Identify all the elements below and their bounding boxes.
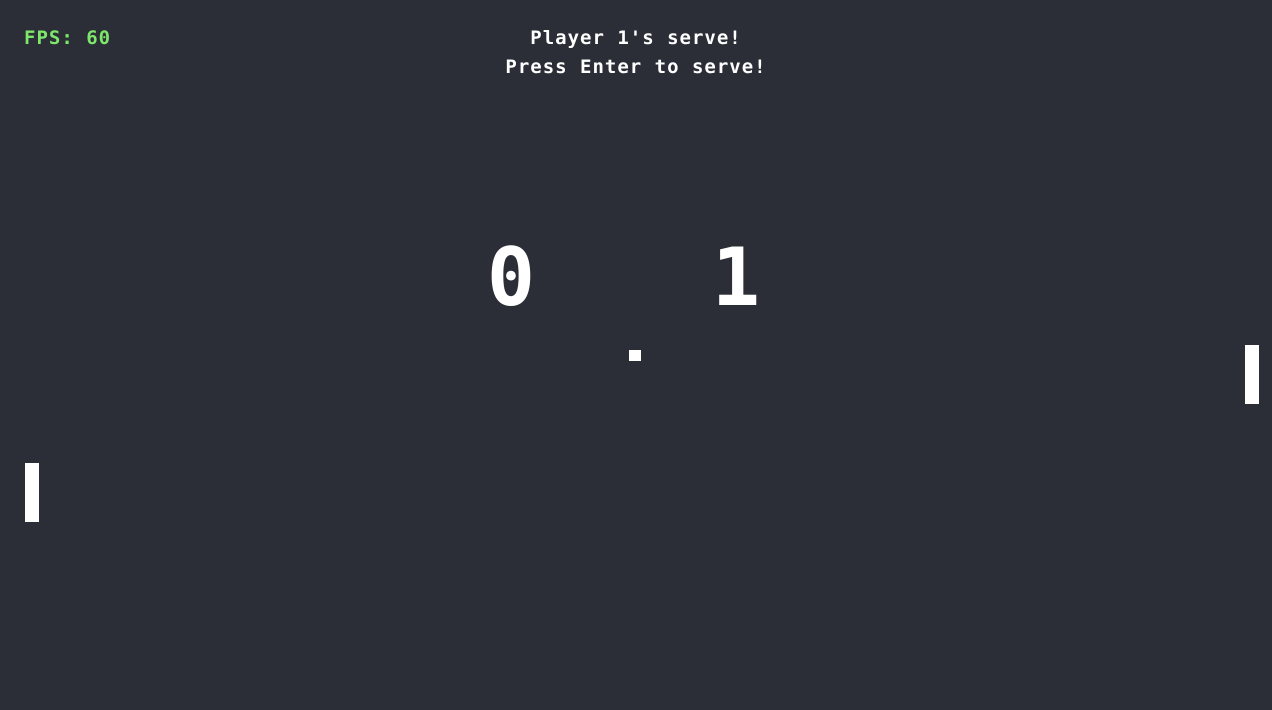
right-paddle: [1245, 345, 1259, 404]
serve-instruction-text: Press Enter to serve!: [505, 56, 767, 78]
ball: [629, 350, 641, 361]
player1-score: 0: [486, 231, 536, 324]
left-paddle: [25, 463, 39, 522]
serve-status-text: Player 1's serve!: [530, 27, 742, 49]
player2-score: 1: [711, 231, 761, 324]
